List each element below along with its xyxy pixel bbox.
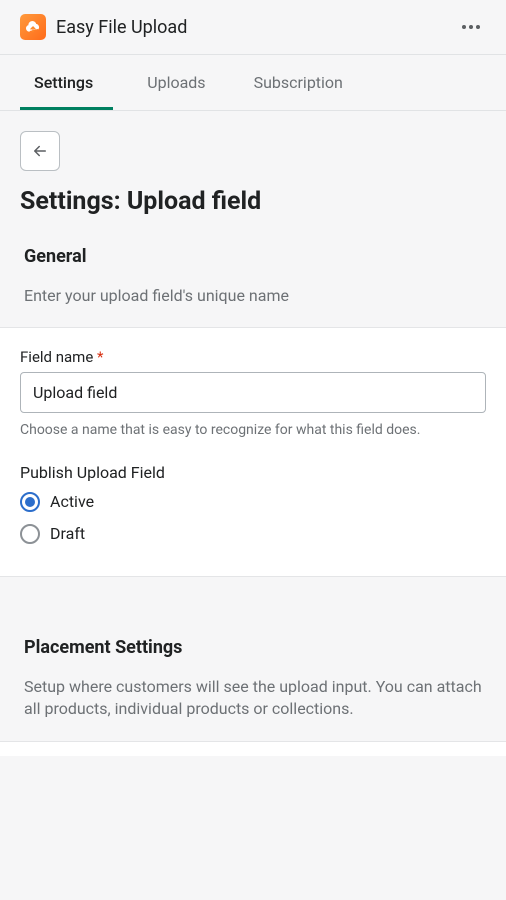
- tab-settings[interactable]: Settings: [20, 55, 123, 110]
- placement-subtext: Setup where customers will see the uploa…: [24, 676, 482, 721]
- placement-heading: Placement Settings: [24, 637, 482, 658]
- field-name-help: Choose a name that is easy to recognize …: [20, 421, 486, 441]
- field-name-input[interactable]: [20, 372, 486, 413]
- publish-radio-group: Publish Upload Field Active Draft: [20, 463, 486, 544]
- field-name-label-text: Field name: [20, 348, 93, 366]
- more-options-button[interactable]: [456, 19, 486, 35]
- radio-label: Active: [50, 492, 94, 511]
- header-left: Easy File Upload: [20, 14, 187, 40]
- general-card: Field name * Choose a name that is easy …: [0, 327, 506, 577]
- placement-section: Placement Settings Setup where customers…: [20, 637, 486, 721]
- field-name-label: Field name *: [20, 348, 486, 366]
- radio-circle-icon: [20, 524, 40, 544]
- section-gap: [20, 577, 486, 637]
- required-indicator: *: [97, 348, 103, 366]
- tab-uploads[interactable]: Uploads: [123, 55, 229, 110]
- tab-label: Uploads: [147, 73, 205, 92]
- tab-label: Subscription: [254, 73, 343, 92]
- arrow-left-icon: [31, 142, 49, 160]
- publish-label: Publish Upload Field: [20, 463, 486, 482]
- tabs-nav: Settings Uploads Subscription: [0, 55, 506, 111]
- radio-label: Draft: [50, 524, 85, 543]
- radio-circle-icon: [20, 492, 40, 512]
- tab-subscription[interactable]: Subscription: [230, 55, 367, 110]
- radio-active[interactable]: Active: [20, 492, 486, 512]
- placement-card: [0, 741, 506, 756]
- app-icon: [20, 14, 46, 40]
- app-header: Easy File Upload: [0, 0, 506, 55]
- page-title: Settings: Upload field: [20, 187, 486, 216]
- cloud-upload-icon: [25, 19, 41, 35]
- radio-draft[interactable]: Draft: [20, 524, 486, 544]
- general-subtext: Enter your upload field's unique name: [20, 285, 486, 307]
- general-heading: General: [20, 246, 486, 267]
- back-button[interactable]: [20, 131, 60, 171]
- app-title: Easy File Upload: [56, 17, 187, 38]
- tab-label: Settings: [34, 73, 93, 92]
- page-content: Settings: Upload field General Enter you…: [0, 111, 506, 776]
